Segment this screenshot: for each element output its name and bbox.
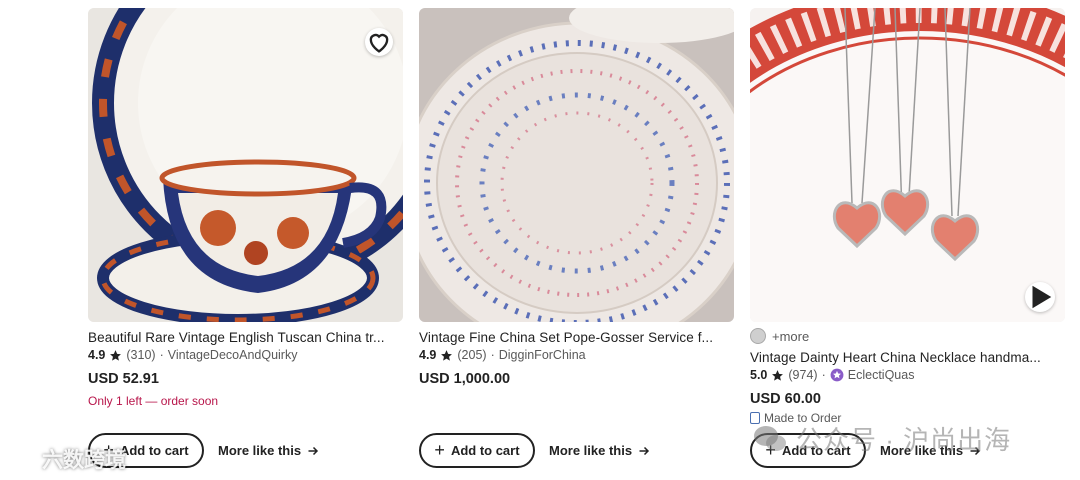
add-to-cart-label: Add to cart [119,443,189,458]
shop-name[interactable]: EclectiQuas [848,368,915,382]
listing-image[interactable] [419,8,734,322]
heart-icon [369,33,389,53]
plus-icon: + [434,439,445,460]
favorite-button[interactable] [365,28,393,56]
watermark-left-text: 六数跨境 [42,449,126,472]
review-count: (310) [126,348,156,362]
listing-image[interactable] [88,8,403,322]
shop-name[interactable]: DigginForChina [499,348,586,362]
listing-price: USD 1,000.00 [419,371,511,387]
more-like-this-link[interactable]: More like this [549,443,650,458]
add-to-cart-button[interactable]: + Add to cart [419,433,535,468]
shop-name[interactable]: VintageDecoAndQuirky [168,348,298,362]
listing-title[interactable]: Vintage Dainty Heart China Necklace hand… [750,350,1065,365]
listing-card[interactable]: +more Vintage Dainty Heart China Necklac… [750,8,1065,425]
plates-photo [419,8,734,322]
listing-card[interactable]: Vintage Fine China Set Pope-Gosser Servi… [419,8,734,387]
add-to-cart-label: Add to cart [450,443,520,458]
listing-card[interactable]: Beautiful Rare Vintage English Tuscan Ch… [88,8,403,408]
color-swatch[interactable] [750,328,766,344]
listing-rating: 4.9 (205) · DigginForChina [419,348,734,362]
more-like-this-label: More like this [218,443,302,458]
watermark-right: 公众号 · 沪尚出海 [752,420,1011,457]
arrow-right-icon [308,446,319,455]
necklace-photo [750,8,1065,322]
watermark-left: 六数跨境 [6,444,126,474]
listing-title[interactable]: Vintage Fine China Set Pope-Gosser Servi… [419,330,734,345]
separator: · [490,348,495,362]
listing-image[interactable] [750,8,1065,322]
more-like-this-link[interactable]: More like this [218,443,319,458]
star-icon [772,369,784,381]
review-count: (205) [457,348,487,362]
listing-title[interactable]: Beautiful Rare Vintage English Tuscan Ch… [88,330,403,345]
star-seller-badge-icon [830,368,844,382]
listing-rating: 5.0 (974) · EclectiQuas [750,368,1065,382]
separator: · [159,348,164,362]
separator: · [821,368,826,382]
wechat-icon [754,425,786,451]
more-like-this-label: More like this [549,443,633,458]
rating-score: 5.0 [750,368,768,382]
watermark-logo-icon [6,449,33,469]
watermark-right-text: 公众号 · 沪尚出海 [796,425,1012,455]
star-icon [441,349,453,361]
review-count: (974) [788,368,818,382]
play-video-button[interactable] [1025,282,1055,312]
listing-price: USD 60.00 [750,391,821,407]
star-icon [110,349,122,361]
arrow-right-icon [639,446,650,455]
variations-row[interactable]: +more [750,328,1065,344]
stock-note: Only 1 left — order soon [88,394,219,408]
more-variations-label[interactable]: +more [772,329,809,344]
play-icon [1032,285,1052,309]
listing-actions: + Add to cart More like this [419,433,650,468]
teacup-photo [88,8,403,322]
listing-price: USD 52.91 [88,371,159,387]
rating-score: 4.9 [88,348,106,362]
rating-score: 4.9 [419,348,437,362]
listing-rating: 4.9 (310) · VintageDecoAndQuirky [88,348,403,362]
